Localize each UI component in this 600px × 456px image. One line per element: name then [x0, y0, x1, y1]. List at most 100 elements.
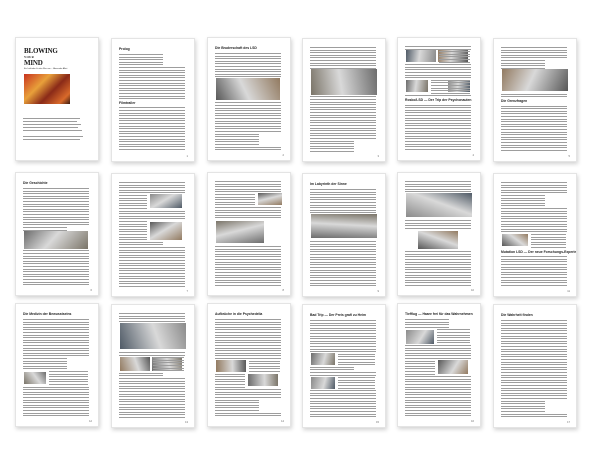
text-line — [405, 326, 449, 328]
text-line — [119, 197, 147, 199]
text-line — [501, 121, 567, 123]
page-thumbnail[interactable]: Bad Trip — Der Preis grafi zu Heim 15 — [302, 304, 386, 428]
text-line — [310, 335, 376, 337]
text-line — [310, 119, 376, 121]
page-thumbnail[interactable]: Die Medizin der Bewusstseins 12 — [15, 303, 99, 427]
text-line — [405, 407, 471, 409]
text-line — [215, 415, 281, 417]
page-thumbnail[interactable]: BLOWING YOUR MIND Ein Leitfaden für den Fil… — [15, 37, 99, 161]
text-line — [119, 138, 185, 140]
text-line — [501, 189, 567, 191]
page-thumbnail[interactable]: Prolog Filmtrailer 1 — [111, 38, 195, 162]
text-line — [405, 264, 471, 266]
text-line — [119, 69, 185, 71]
text-line — [119, 385, 185, 387]
page-thumbnail[interactable]: Die Geschichte 6 — [15, 172, 99, 296]
text-line — [405, 112, 471, 114]
text-line — [215, 378, 245, 380]
text-line — [215, 71, 281, 73]
text-line — [215, 246, 281, 247]
text-line — [23, 227, 67, 228]
text-line — [501, 210, 567, 212]
text-line — [501, 213, 567, 215]
text-line — [23, 347, 89, 349]
text-line — [153, 370, 184, 372]
text-line — [310, 241, 376, 242]
text-line — [501, 182, 567, 183]
page-thumbnail[interactable]: 13 — [111, 304, 195, 428]
text-line — [405, 355, 471, 357]
text-line — [215, 146, 281, 148]
text-line — [310, 106, 376, 108]
text-line — [119, 85, 185, 87]
text-line — [119, 375, 163, 377]
text-line — [405, 321, 449, 323]
page-number: 14 — [281, 420, 284, 423]
text-line — [501, 131, 567, 133]
text-line — [431, 82, 470, 84]
page-thumbnail[interactable]: Tiefflug — Haare frei für das Wahrnehmen… — [397, 303, 481, 427]
text-line — [501, 353, 567, 355]
text-line — [531, 247, 566, 248]
text-line — [119, 205, 147, 207]
text-line — [215, 342, 281, 344]
text-line — [119, 72, 185, 74]
text-line — [310, 411, 376, 412]
page-photo — [502, 234, 528, 246]
text-line — [23, 221, 89, 223]
text-line — [310, 60, 376, 61]
text-line — [501, 346, 567, 347]
text-line — [501, 340, 567, 342]
section-heading: Mutation LSD — Der neue Forschungs-Exper… — [501, 249, 577, 254]
text-line — [405, 399, 471, 401]
text-line — [501, 330, 567, 332]
text-line — [310, 333, 376, 334]
text-line — [501, 395, 567, 397]
page-thumbnail[interactable]: Im Labyrinth der Sinne 9 — [302, 173, 386, 297]
text-line — [405, 225, 471, 227]
text-line — [501, 322, 567, 324]
text-line — [215, 373, 245, 375]
text-line — [501, 325, 567, 327]
page-heading: Aufbrüche in die Psychedelia — [215, 312, 263, 316]
page-thumbnail[interactable]: Die Grenzfragen 5 — [493, 38, 577, 162]
text-line — [501, 215, 567, 217]
page-heading: Die Medizin der Bewusstseins — [23, 312, 72, 316]
text-line — [310, 140, 354, 142]
text-line — [119, 265, 185, 267]
page-number: 9 — [377, 290, 379, 293]
text-line — [23, 329, 89, 331]
page-thumbnail[interactable]: Die Wahrheit finden 17 — [493, 304, 577, 428]
text-line — [405, 402, 471, 404]
text-line — [405, 138, 471, 140]
page-thumbnail[interactable]: Die Bruderschaft des LSD 2 — [207, 37, 291, 161]
text-line — [310, 248, 376, 250]
text-line — [119, 388, 185, 390]
text-line — [249, 360, 280, 362]
text-line — [23, 334, 89, 336]
text-line — [338, 385, 375, 386]
text-line — [501, 400, 545, 402]
page-thumbnail[interactable]: 10 — [397, 172, 481, 296]
text-line — [215, 384, 245, 385]
text-line — [119, 249, 185, 251]
text-line — [431, 85, 470, 86]
text-line — [405, 381, 471, 383]
text-line — [215, 376, 245, 378]
page-thumbnail[interactable]: 8 — [207, 172, 291, 296]
page-thumbnail[interactable]: 3 — [302, 38, 386, 162]
page-thumbnail[interactable]: Aufbrüche in die Psychedelia 14 — [207, 303, 291, 427]
text-line — [310, 325, 376, 327]
page-number: 5 — [568, 155, 570, 158]
text-line — [23, 266, 89, 267]
page-number: 17 — [567, 421, 570, 424]
page-thumbnail[interactable]: 7 — [111, 173, 195, 297]
text-line — [405, 181, 471, 182]
text-line — [405, 350, 471, 352]
text-line — [215, 345, 281, 346]
text-line — [405, 391, 471, 393]
page-thumbnail[interactable]: Rosko/LSD — Der Trip der Psychonauten 4 — [397, 37, 481, 161]
text-line — [215, 115, 281, 117]
page-thumbnail[interactable]: Mutation LSD — Der neue Forschungs-Exper… — [493, 173, 577, 297]
page-photo — [311, 69, 377, 95]
